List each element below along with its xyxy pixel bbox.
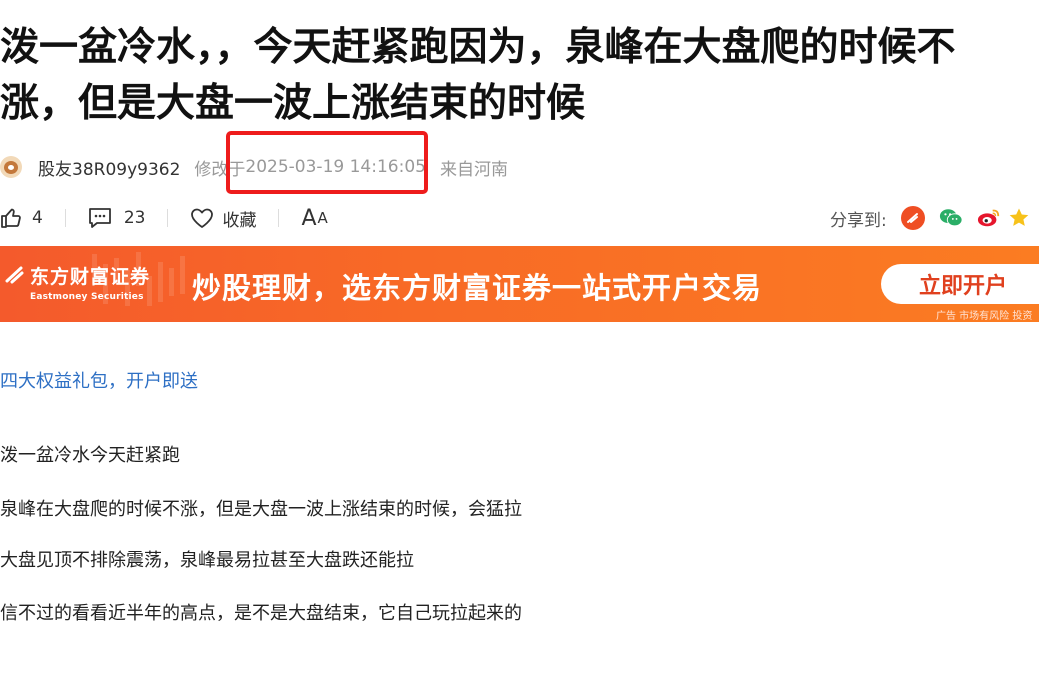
- banner-brand-cn: 东方财富证券: [30, 266, 151, 288]
- divider: [167, 209, 169, 227]
- paragraph-2: 泉峰在大盘爬的时候不涨，但是大盘一波上涨结束的时候，会猛拉: [0, 499, 522, 520]
- favorite-button[interactable]: 收藏: [190, 206, 256, 231]
- font-size-button[interactable]: A A: [301, 206, 327, 231]
- banner-ad-note: 广告 市场有风险 投资: [936, 311, 1033, 322]
- article-title: 泼一盆冷水，，今天赶紧跑因为，泉峰在大盘爬的时候不 涨，但是大盘一波上涨结束的时…: [0, 20, 1039, 132]
- author-name[interactable]: 股友38R09y9362: [38, 155, 180, 180]
- comment-count: 23: [123, 208, 146, 228]
- promo-link[interactable]: 四大权益礼包，开户即送: [0, 367, 198, 393]
- share-eastmoney-icon[interactable]: [900, 206, 925, 230]
- comment-button[interactable]: 23: [88, 207, 146, 229]
- time-highlight-box: [226, 131, 428, 194]
- banner-slogan: 炒股理财，选东方财富证券一站式开户交易: [192, 271, 763, 305]
- divider: [64, 209, 66, 227]
- star-icon[interactable]: [1007, 206, 1031, 230]
- comment-icon: [88, 207, 112, 229]
- location: 来自河南: [439, 159, 508, 180]
- font-size-small-a: A: [317, 209, 328, 227]
- paragraph-4: 信不过的看看近半年的高点，是不是大盘结束，它自己玩拉起来的: [0, 603, 522, 624]
- title-line-1: 泼一盆冷水，，今天赶紧跑因为，泉峰在大盘爬的时候不: [0, 25, 956, 70]
- share-bar: 分享到:: [830, 203, 1031, 233]
- share-label: 分享到:: [830, 210, 887, 231]
- divider: [278, 209, 280, 227]
- open-account-button[interactable]: 立即开户: [881, 264, 1039, 304]
- like-count: 4: [32, 208, 43, 228]
- eastmoney-logo-icon: [4, 264, 26, 290]
- favorite-label: 收藏: [222, 210, 257, 231]
- avatar[interactable]: [0, 156, 22, 178]
- like-button[interactable]: 4: [0, 207, 43, 229]
- thumb-up-icon: [0, 207, 22, 229]
- banner-brand: 东方财富证券 Eastmoney Securities: [30, 262, 150, 302]
- title-line-2: 涨，但是大盘一波上涨结束的时候: [0, 81, 586, 126]
- ad-banner[interactable]: 东方财富证券 Eastmoney Securities 炒股理财，选东方财富证券…: [0, 246, 1039, 322]
- action-bar: 4 23 收藏 A A 分享到:: [0, 203, 1039, 233]
- paragraph-1: 泼一盆冷水今天赶紧跑: [0, 445, 180, 466]
- weibo-icon[interactable]: [977, 206, 1001, 230]
- wechat-icon[interactable]: [939, 206, 963, 230]
- paragraph-3: 大盘见顶不排除震荡，泉峰最易拉甚至大盘跌还能拉: [0, 550, 414, 571]
- heart-icon: [190, 207, 214, 229]
- banner-brand-en: Eastmoney Securities: [30, 292, 144, 302]
- font-size-large-a: A: [301, 205, 317, 231]
